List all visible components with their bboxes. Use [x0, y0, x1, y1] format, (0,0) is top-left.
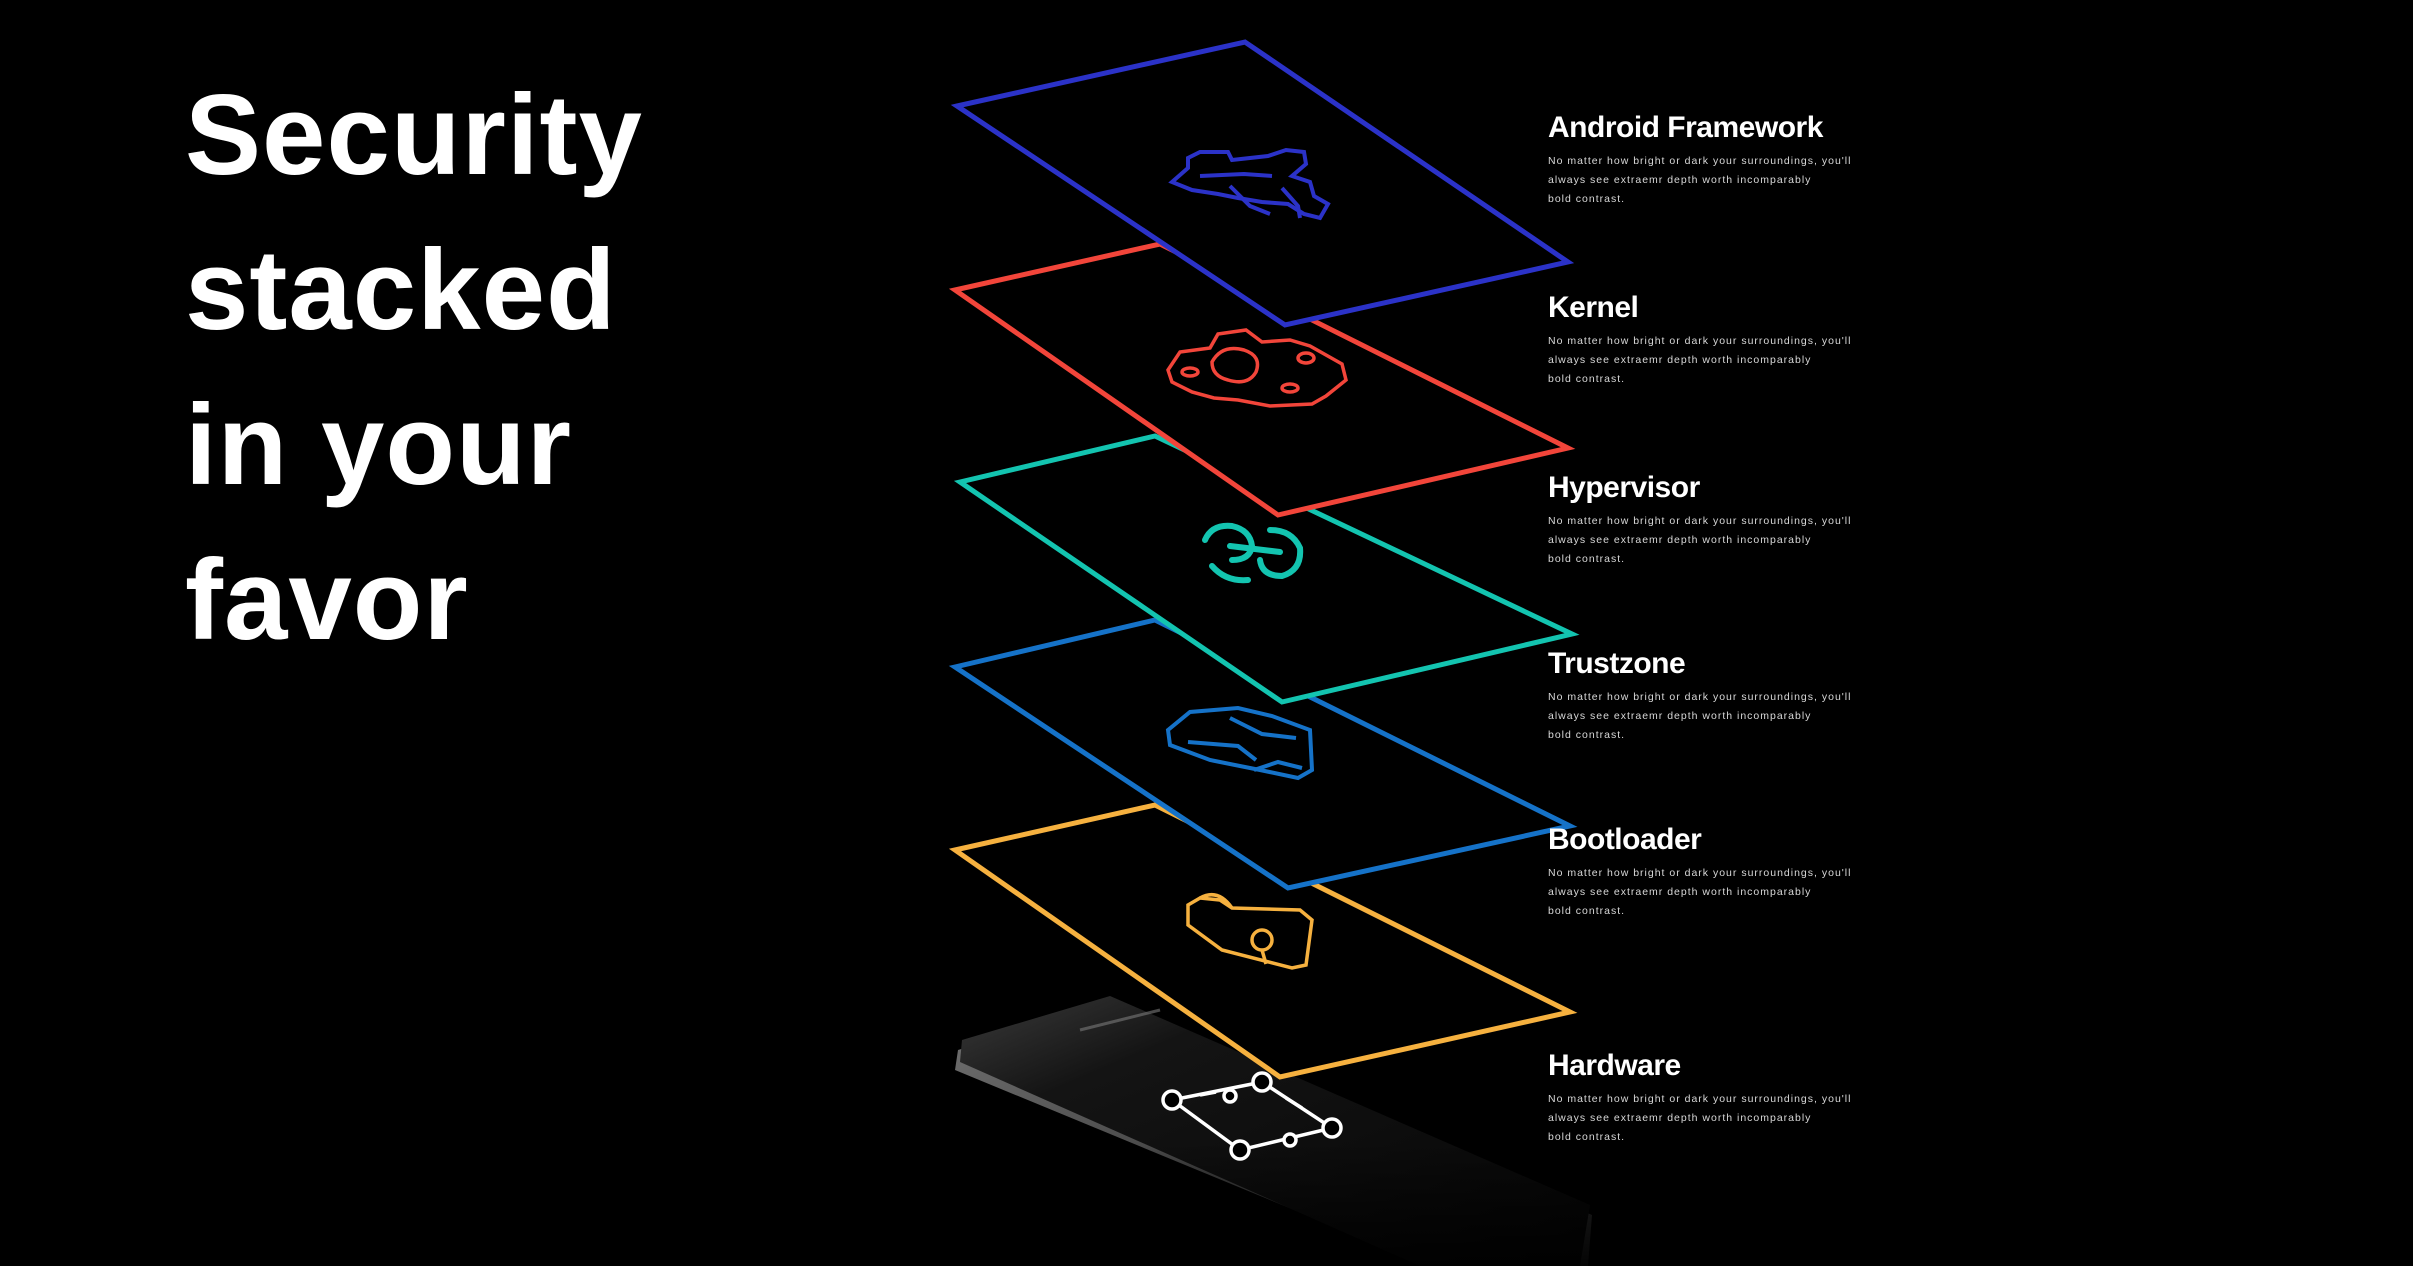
layer-info-bootloader: Bootloader No matter how bright or dark …: [1548, 822, 1868, 921]
layer-description: No matter how bright or dark your surrou…: [1548, 867, 1852, 917]
layer-title: Bootloader: [1548, 823, 1702, 856]
layer-title: Kernel: [1548, 291, 1639, 324]
layer-description: No matter how bright or dark your surrou…: [1548, 515, 1852, 565]
security-stack-illustration: [940, 39, 1620, 1266]
layer-description: No matter how bright or dark your surrou…: [1548, 1093, 1852, 1143]
layer-title: Hardware: [1548, 1049, 1681, 1082]
layer-info-android-framework: Android Framework No matter how bright o…: [1548, 110, 1868, 209]
layer-title: Trustzone: [1548, 647, 1686, 680]
layer-title: Hypervisor: [1548, 471, 1700, 504]
layer-info-hardware: Hardware No matter how bright or dark yo…: [1548, 1048, 1868, 1147]
layer-description: No matter how bright or dark your surrou…: [1548, 335, 1852, 385]
layer-info-trustzone: Trustzone No matter how bright or dark y…: [1548, 646, 1868, 745]
layer-title: Android Framework: [1548, 111, 1823, 144]
layer-info-hypervisor: Hypervisor No matter how bright or dark …: [1548, 470, 1868, 569]
layer-description: No matter how bright or dark your surrou…: [1548, 155, 1852, 205]
layer-description: No matter how bright or dark your surrou…: [1548, 691, 1852, 741]
layer-info-kernel: Kernel No matter how bright or dark your…: [1548, 290, 1868, 389]
